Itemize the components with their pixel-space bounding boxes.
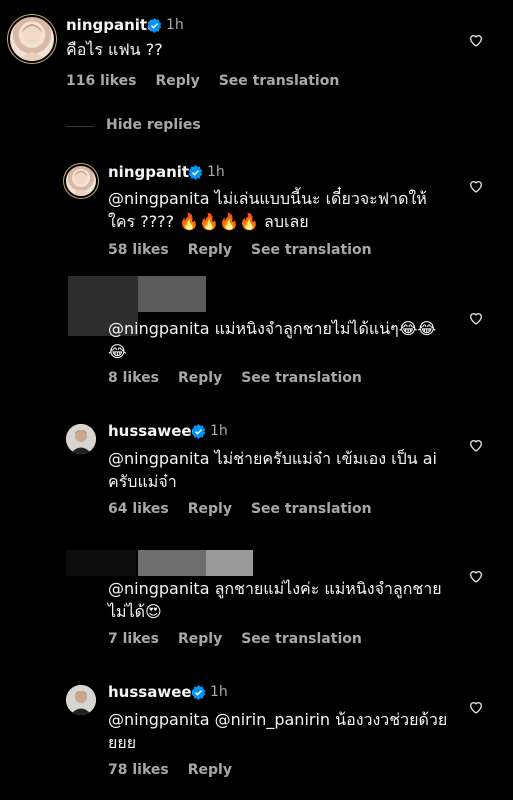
comment-meta: 64 likes Reply See translation (108, 501, 391, 517)
reply-button[interactable]: Reply (178, 631, 222, 647)
redacted-username (206, 550, 253, 576)
see-translation-link[interactable]: See translation (219, 73, 340, 89)
comment-text: @ningpanita ลูกชายแม่ไงค่ะ แม่หนิงจำลูกช… (108, 579, 442, 621)
verified-badge-icon (188, 165, 203, 180)
ningpanita-avatar[interactable] (10, 17, 54, 61)
reply-button[interactable]: Reply (178, 370, 222, 386)
redacted-avatar (66, 550, 136, 576)
see-translation-link[interactable]: See translation (241, 631, 362, 647)
hide-replies-button[interactable]: Hide replies (106, 117, 201, 133)
comment-text: @ningpanita ไม่เล่นแบบนี้นะ เดี๋ยวจะฟาดใ… (108, 189, 427, 231)
comments-thread: ningpanita 1h คือไร แฟน ?? 116 likes Repl… (0, 0, 513, 800)
comment-meta: 78 likes Reply (108, 762, 251, 778)
comment-time: 1h (207, 164, 225, 180)
likes-count[interactable]: 58 likes (108, 242, 169, 258)
like-heart-icon[interactable] (468, 310, 484, 326)
reply-button[interactable]: Reply (155, 73, 199, 89)
comment-text: @ningpanita แม่หนิงจำลูกชายไม่ได้แน่ๆ😂😂😂 (108, 319, 437, 361)
redacted-username (138, 276, 206, 312)
comment-meta: 116 likes Reply See translation (66, 73, 358, 89)
comment-time: 1h (210, 684, 228, 700)
like-heart-icon[interactable] (468, 437, 484, 453)
see-translation-link[interactable]: See translation (251, 501, 372, 517)
see-translation-link[interactable]: See translation (241, 370, 362, 386)
redacted-username (138, 550, 206, 576)
likes-count[interactable]: 64 likes (108, 501, 169, 517)
divider (66, 126, 94, 127)
comment-username[interactable]: hussaweee (108, 422, 202, 440)
like-heart-icon[interactable] (468, 32, 484, 48)
comment-text: @ningpanita ไม่ช่ายครับแม่จ๋า เข้มเอง เป… (108, 449, 437, 491)
verified-badge-icon (191, 685, 206, 700)
ningpanita-avatar[interactable] (66, 166, 96, 196)
like-heart-icon[interactable] (468, 178, 484, 194)
hussaweee-avatar[interactable] (66, 685, 96, 715)
likes-count[interactable]: 116 likes (66, 73, 136, 89)
comment-username[interactable]: hussaweee (108, 683, 202, 701)
reply-button[interactable]: Reply (188, 242, 232, 258)
comment-username[interactable]: ningpanita (66, 16, 157, 34)
like-heart-icon[interactable] (468, 699, 484, 715)
likes-count[interactable]: 8 likes (108, 370, 159, 386)
comment-username[interactable]: ningpanita (108, 163, 199, 181)
verified-badge-icon (191, 424, 206, 439)
see-translation-link[interactable]: See translation (251, 242, 372, 258)
likes-count[interactable]: 7 likes (108, 631, 159, 647)
comment-meta: 7 likes Reply See translation (108, 631, 381, 647)
like-heart-icon[interactable] (468, 568, 484, 584)
comment-meta: 58 likes Reply See translation (108, 242, 391, 258)
verified-badge-icon (147, 18, 162, 33)
comment-time: 1h (166, 17, 184, 33)
likes-count[interactable]: 78 likes (108, 762, 169, 778)
hussaweee-avatar[interactable] (66, 424, 96, 454)
comment-meta: 8 likes Reply See translation (108, 370, 381, 386)
comment-time: 1h (210, 423, 228, 439)
comment-text: @ningpanita @nirin_panirin น้องวงวช่วยด้… (108, 710, 448, 752)
reply-button[interactable]: Reply (188, 762, 232, 778)
comment-text: คือไร แฟน ?? (66, 40, 163, 59)
reply-button[interactable]: Reply (188, 501, 232, 517)
